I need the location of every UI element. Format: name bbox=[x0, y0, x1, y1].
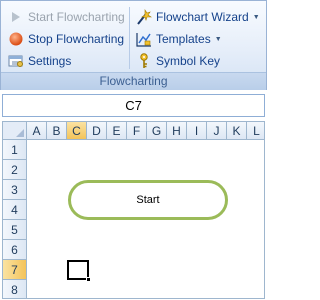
flowchart-wizard-label: Flowchart Wizard bbox=[156, 10, 249, 24]
symbol-key-label: Symbol Key bbox=[156, 54, 221, 68]
column-header-c[interactable]: C bbox=[67, 122, 87, 140]
row-header-4[interactable]: 4 bbox=[3, 200, 27, 220]
column-header-h[interactable]: H bbox=[167, 122, 187, 140]
row-header-3[interactable]: 3 bbox=[3, 180, 27, 200]
start-terminator-shape[interactable]: Start bbox=[68, 180, 228, 220]
column-header-b[interactable]: B bbox=[47, 122, 67, 140]
row-header-2[interactable]: 2 bbox=[3, 160, 27, 180]
column-header-d[interactable]: D bbox=[87, 122, 107, 140]
ribbon-left-column: Start Flowcharting Stop Flowcharting Set… bbox=[7, 6, 125, 72]
key-icon bbox=[135, 53, 153, 69]
row-header-5[interactable]: 5 bbox=[3, 220, 27, 240]
ribbon-right-column: Flowchart Wizard ▼ Templates ▼ Symbol Ke… bbox=[135, 6, 260, 72]
templates-icon bbox=[135, 31, 153, 47]
stop-icon bbox=[7, 31, 25, 47]
row-header-7[interactable]: 7 bbox=[3, 260, 27, 280]
settings-icon bbox=[7, 53, 25, 69]
templates-button[interactable]: Templates ▼ bbox=[135, 28, 260, 50]
column-header-i[interactable]: I bbox=[187, 122, 207, 140]
active-cell-c7[interactable] bbox=[67, 260, 91, 282]
ribbon-group-label: Flowcharting bbox=[1, 72, 266, 90]
settings-label: Settings bbox=[28, 54, 72, 68]
column-header-g[interactable]: G bbox=[147, 122, 167, 140]
flowchart-wizard-button[interactable]: Flowchart Wizard ▼ bbox=[135, 6, 260, 28]
column-header-j[interactable]: J bbox=[207, 122, 227, 140]
start-flowcharting-label: Start Flowcharting bbox=[28, 10, 125, 24]
row-header-1[interactable]: 1 bbox=[3, 140, 27, 160]
row-header-8[interactable]: 8 bbox=[3, 280, 27, 298]
spreadsheet-grid[interactable]: A B C D E F G H I J K L 1 2 3 4 5 6 7 8 … bbox=[2, 121, 265, 299]
select-all-corner[interactable] bbox=[3, 122, 27, 140]
templates-label: Templates bbox=[156, 32, 211, 46]
name-box[interactable]: C7 bbox=[2, 94, 265, 117]
settings-button[interactable]: Settings bbox=[7, 50, 125, 72]
ribbon-separator bbox=[129, 7, 130, 69]
stop-flowcharting-label: Stop Flowcharting bbox=[28, 32, 125, 46]
wizard-icon bbox=[135, 9, 153, 25]
chevron-down-icon: ▼ bbox=[214, 35, 222, 43]
column-header-a[interactable]: A bbox=[27, 122, 47, 140]
flowcharting-ribbon: Start Flowcharting Stop Flowcharting Set… bbox=[0, 0, 267, 90]
chevron-down-icon: ▼ bbox=[252, 13, 260, 21]
column-header-l[interactable]: L bbox=[247, 122, 264, 140]
start-flowcharting-button[interactable]: Start Flowcharting bbox=[7, 6, 125, 28]
column-header-k[interactable]: K bbox=[227, 122, 247, 140]
fill-handle[interactable] bbox=[86, 277, 91, 282]
row-header-6[interactable]: 6 bbox=[3, 240, 27, 260]
column-header-e[interactable]: E bbox=[107, 122, 127, 140]
column-header-f[interactable]: F bbox=[127, 122, 147, 140]
symbol-key-button[interactable]: Symbol Key bbox=[135, 50, 260, 72]
play-icon bbox=[7, 9, 25, 25]
stop-flowcharting-button[interactable]: Stop Flowcharting bbox=[7, 28, 125, 50]
